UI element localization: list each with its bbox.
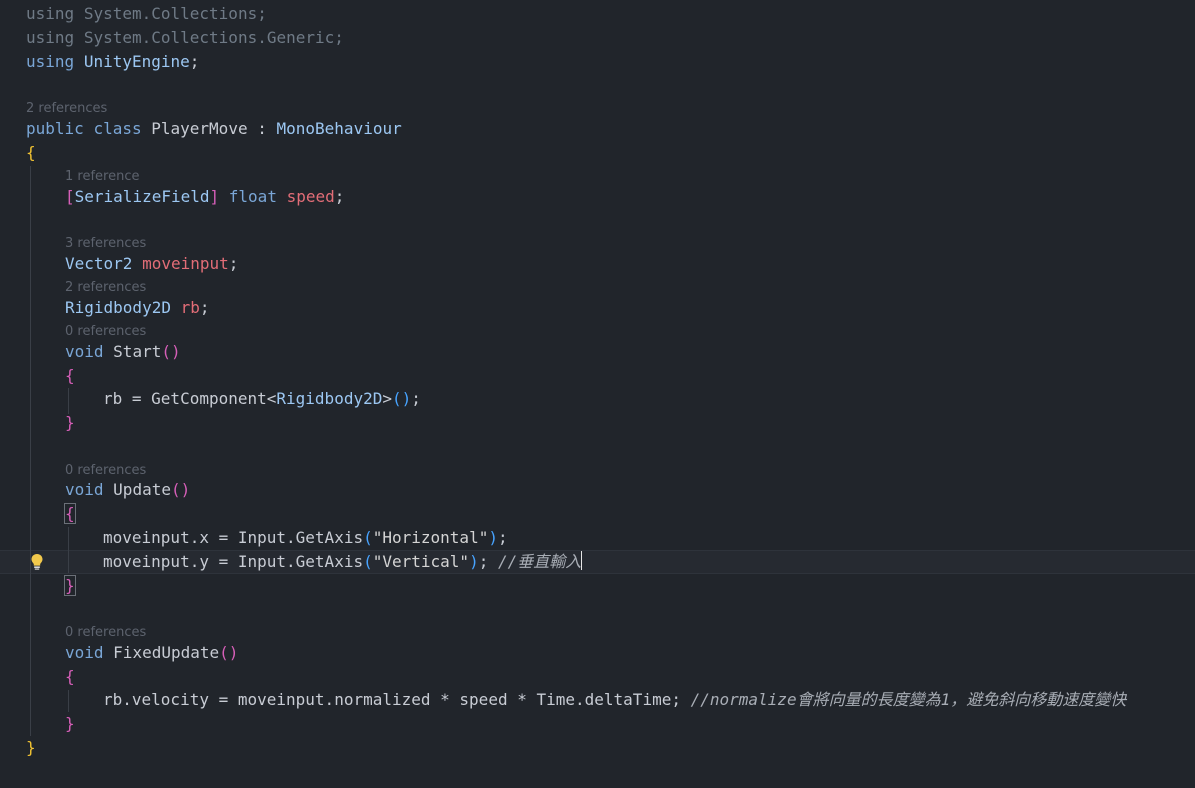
fixedupdate-body-line[interactable]: rb.velocity = moveinput.normalized * spe… bbox=[103, 688, 1126, 712]
field-speed[interactable]: [SerializeField] float speed; bbox=[65, 185, 344, 209]
codelens-references[interactable]: 3 references bbox=[65, 235, 146, 253]
method-start-open-brace[interactable]: { bbox=[65, 364, 75, 388]
class-declaration[interactable]: public class PlayerMove : MonoBehaviour bbox=[26, 117, 402, 141]
method-fixedupdate-signature[interactable]: void FixedUpdate() bbox=[65, 641, 238, 665]
codelens-references[interactable]: 2 references bbox=[26, 100, 107, 118]
code-editor[interactable]: using System.Collections; using System.C… bbox=[0, 0, 1195, 788]
method-update-signature[interactable]: void Update() bbox=[65, 478, 190, 502]
indent-guide bbox=[68, 690, 69, 712]
method-start-close-brace[interactable]: } bbox=[65, 411, 75, 435]
class-close-brace[interactable]: } bbox=[26, 736, 36, 760]
using-line[interactable]: using System.Collections; bbox=[26, 2, 267, 26]
method-fixedupdate-close-brace[interactable]: } bbox=[65, 712, 75, 736]
method-update-close-brace[interactable]: } bbox=[64, 574, 76, 598]
field-rb[interactable]: Rigidbody2D rb; bbox=[65, 296, 210, 320]
lightbulb-icon[interactable] bbox=[30, 553, 44, 571]
update-body-line[interactable]: moveinput.x = Input.GetAxis("Horizontal"… bbox=[103, 526, 508, 550]
codelens-references[interactable]: 2 references bbox=[65, 279, 146, 297]
method-start-signature[interactable]: void Start() bbox=[65, 340, 181, 364]
update-body-line-current[interactable]: moveinput.y = Input.GetAxis("Vertical");… bbox=[103, 550, 583, 574]
codelens-references[interactable]: 0 references bbox=[65, 624, 146, 642]
method-update-open-brace[interactable]: { bbox=[64, 502, 76, 526]
using-line[interactable]: using UnityEngine; bbox=[26, 50, 199, 74]
text-caret bbox=[581, 551, 583, 570]
using-line[interactable]: using System.Collections.Generic; bbox=[26, 26, 344, 50]
codelens-references[interactable]: 1 reference bbox=[65, 168, 139, 186]
indent-guide bbox=[68, 527, 69, 573]
class-open-brace[interactable]: { bbox=[26, 141, 36, 165]
field-moveinput[interactable]: Vector2 moveinput; bbox=[65, 252, 238, 276]
codelens-references[interactable]: 0 references bbox=[65, 323, 146, 341]
method-fixedupdate-open-brace[interactable]: { bbox=[65, 665, 75, 689]
indent-guide bbox=[30, 166, 31, 736]
start-body-line[interactable]: rb = GetComponent<Rigidbody2D>(); bbox=[103, 387, 421, 411]
